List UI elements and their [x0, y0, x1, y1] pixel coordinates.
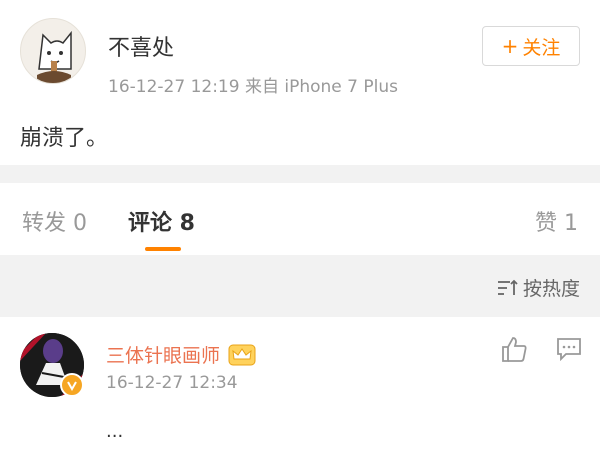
reply-icon[interactable] — [556, 337, 582, 361]
crown-icon — [228, 344, 256, 365]
comment-text: ... — [106, 421, 124, 442]
comment-username-row: 三体针眼画师 — [106, 341, 256, 368]
post-content: 崩溃了。 — [20, 126, 109, 151]
sort-button[interactable]: 按热度 — [497, 274, 580, 301]
tab-likes[interactable]: 赞 1 — [535, 205, 578, 237]
comment-username[interactable]: 三体针眼画师 — [106, 341, 220, 368]
follow-button[interactable]: + 关注 — [482, 26, 580, 66]
post-card: 不喜处 16-12-27 12:19 来自 iPhone 7 Plus + 关注… — [0, 0, 600, 165]
post-username[interactable]: 不喜处 — [108, 30, 174, 62]
comment-time: 16-12-27 12:34 — [106, 373, 238, 393]
post-avatar[interactable] — [20, 18, 86, 84]
tab-repost[interactable]: 转发 0 — [22, 205, 87, 237]
plus-icon: + — [501, 34, 519, 58]
comment-item: 三体针眼画师 16-12-27 12:34 ... — [0, 317, 600, 467]
sort-label: 按热度 — [522, 278, 580, 300]
like-icon[interactable] — [500, 335, 528, 363]
separator — [0, 165, 600, 183]
interaction-tabs: 转发 0 评论 8 赞 1 — [0, 183, 600, 255]
post-meta: 16-12-27 12:19 来自 iPhone 7 Plus — [108, 77, 398, 97]
sort-bar: 按热度 — [0, 255, 600, 317]
cat-avatar-icon — [37, 30, 72, 83]
tab-comments[interactable]: 评论 8 — [128, 205, 195, 237]
follow-label: 关注 — [522, 36, 561, 59]
sort-icon — [497, 279, 518, 295]
verified-badge-icon — [60, 373, 84, 397]
active-tab-indicator — [145, 247, 181, 251]
